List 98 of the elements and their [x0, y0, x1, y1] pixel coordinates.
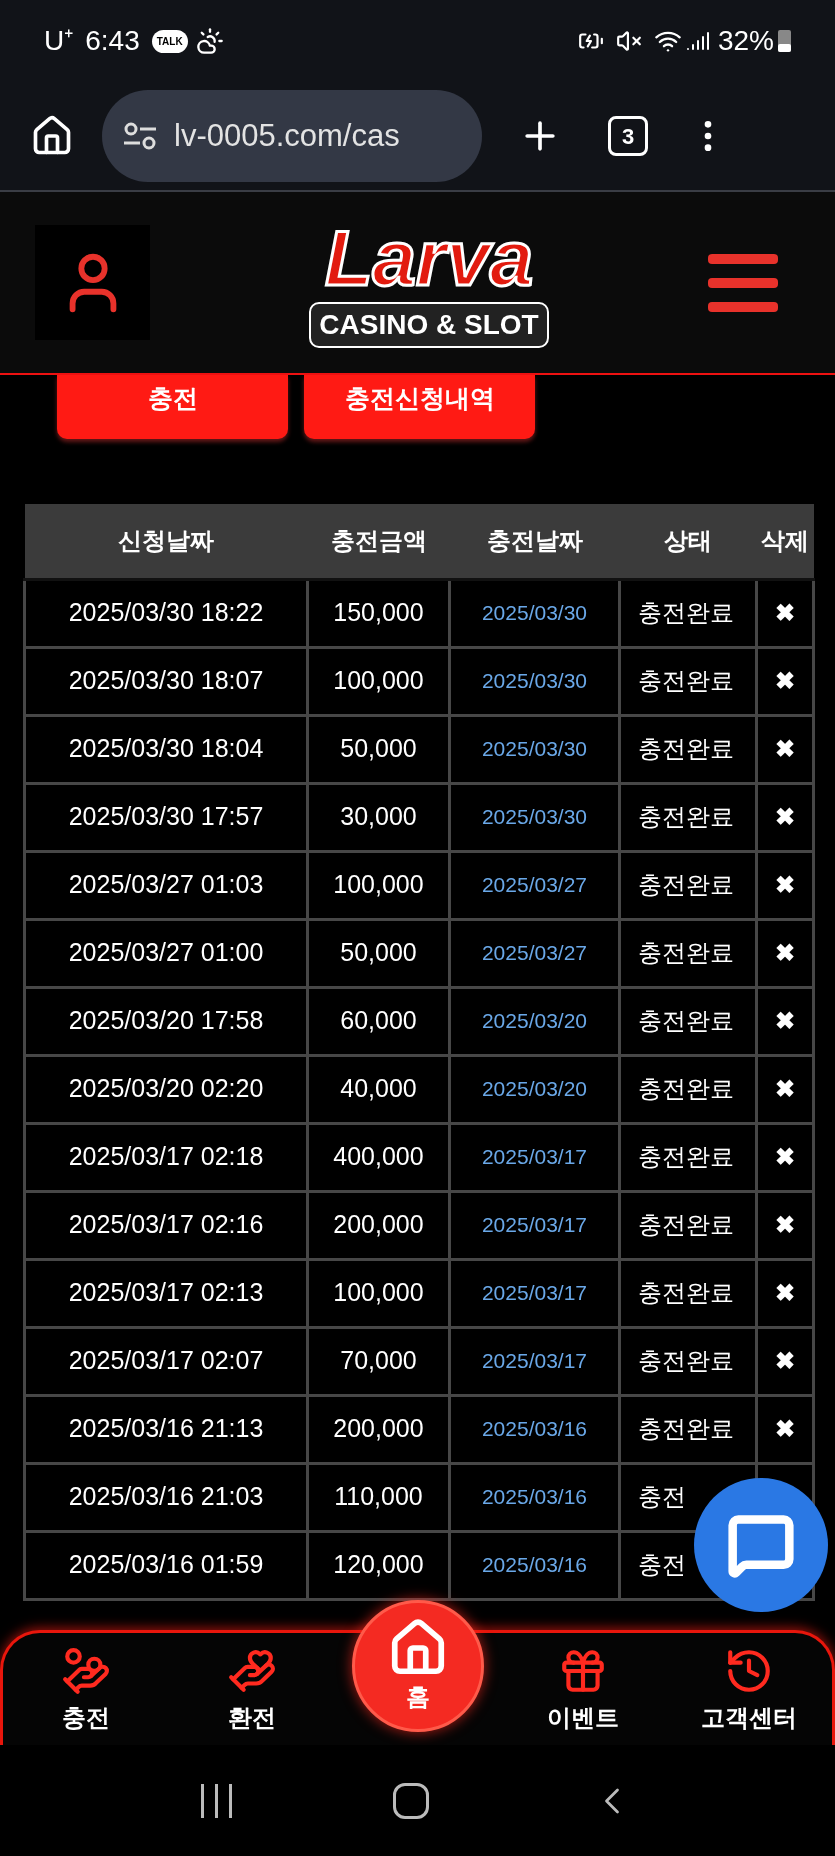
- delete-button[interactable]: ✖: [775, 1275, 795, 1311]
- table-cell: 400,000: [307, 1123, 450, 1191]
- table-cell: 충전완료: [619, 1055, 757, 1123]
- table-cell: 2025/03/16 21:13: [24, 1395, 308, 1463]
- table-cell: 120,000: [307, 1531, 450, 1599]
- table-cell: 충전완료: [619, 851, 757, 919]
- table-cell: 2025/03/27 01:00: [24, 919, 308, 987]
- mute-icon: [615, 28, 642, 54]
- table-cell: 60,000: [307, 987, 450, 1055]
- tab-count-button[interactable]: 3: [608, 116, 648, 156]
- tab-button[interactable]: 충전: [57, 375, 288, 439]
- table-cell: 30,000: [307, 783, 450, 851]
- nav-item[interactable]: 고객센터: [666, 1642, 832, 1736]
- account-button[interactable]: [35, 225, 150, 340]
- table-cell: 2025/03/27: [449, 851, 620, 919]
- table-cell: 2025/03/20 17:58: [24, 987, 308, 1055]
- table-cell: 2025/03/16: [449, 1395, 620, 1463]
- table-cell: 100,000: [307, 1259, 450, 1327]
- table-cell: 2025/03/20: [449, 987, 620, 1055]
- table-cell: 충전완료: [619, 1259, 757, 1327]
- recent-apps-icon[interactable]: [200, 1783, 232, 1818]
- table-cell: 2025/03/30 18:04: [24, 715, 308, 783]
- table-cell: 2025/03/17: [449, 1191, 620, 1259]
- table-cell: 200,000: [307, 1191, 450, 1259]
- hand-coins-icon: [60, 1646, 111, 1696]
- column-header: 충전금액: [307, 504, 450, 579]
- table-cell: 충전완료: [619, 1327, 757, 1395]
- column-header: 신청날짜: [24, 504, 308, 579]
- tab-button[interactable]: 충전신청내역: [304, 375, 535, 439]
- table-cell: 2025/03/17 02:07: [24, 1327, 308, 1395]
- table-cell: 100,000: [307, 851, 450, 919]
- table-cell: 2025/03/27: [449, 919, 620, 987]
- table-cell: 2025/03/30: [449, 715, 620, 783]
- table-cell: 충전완료: [619, 919, 757, 987]
- delete-button[interactable]: ✖: [775, 867, 795, 903]
- nav-item[interactable]: 이벤트: [500, 1642, 667, 1736]
- delete-button[interactable]: ✖: [775, 799, 795, 835]
- table-cell: 충전완료: [619, 783, 757, 851]
- table-cell: 2025/03/20: [449, 1055, 620, 1123]
- table-cell: 50,000: [307, 919, 450, 987]
- table-cell: 충전완료: [619, 1395, 757, 1463]
- delete-button[interactable]: ✖: [775, 731, 795, 767]
- table-cell: 2025/03/16: [449, 1531, 620, 1599]
- table-cell: 충전완료: [619, 647, 757, 715]
- column-header: 충전날짜: [449, 504, 620, 579]
- carrier: U⁺: [44, 24, 74, 58]
- table-cell: 2025/03/17: [449, 1327, 620, 1395]
- table-cell: 2025/03/17: [449, 1123, 620, 1191]
- delete-button[interactable]: ✖: [775, 1003, 795, 1039]
- delete-button[interactable]: ✖: [775, 595, 795, 631]
- table-cell: 70,000: [307, 1327, 450, 1395]
- table-cell: 2025/03/17: [449, 1259, 620, 1327]
- table-cell: 2025/03/30 18:07: [24, 647, 308, 715]
- signal-icon: [685, 29, 710, 53]
- table-cell: 충전완료: [619, 579, 757, 647]
- delete-button[interactable]: ✖: [775, 1139, 795, 1175]
- table-cell: 충전완료: [619, 1123, 757, 1191]
- delete-button[interactable]: ✖: [775, 935, 795, 971]
- home-nav-icon[interactable]: [393, 1782, 429, 1819]
- delete-button[interactable]: ✖: [775, 663, 795, 699]
- table-cell: 2025/03/30 17:57: [24, 783, 308, 851]
- menu-icon[interactable]: [708, 253, 778, 312]
- table-cell: 2025/03/17 02:13: [24, 1259, 308, 1327]
- column-header: 삭제: [756, 504, 814, 579]
- table-cell: 100,000: [307, 647, 450, 715]
- clock-time: 6:43: [85, 24, 140, 58]
- table-cell: 2025/03/30 18:22: [24, 579, 308, 647]
- nav-item[interactable]: 환전: [168, 1642, 335, 1736]
- column-header: 상태: [619, 504, 757, 579]
- table-cell: 충전완료: [619, 987, 757, 1055]
- nav-item[interactable]: 충전: [3, 1642, 169, 1736]
- table-cell: 2025/03/30: [449, 647, 620, 715]
- site-settings-icon: [122, 121, 158, 151]
- table-cell: 2025/03/30: [449, 783, 620, 851]
- table-cell: 2025/03/20 02:20: [24, 1055, 308, 1123]
- table-cell: 2025/03/17 02:16: [24, 1191, 308, 1259]
- table-cell: 충전완료: [619, 1191, 757, 1259]
- delete-button[interactable]: ✖: [775, 1343, 795, 1379]
- table-cell: 2025/03/16: [449, 1463, 620, 1531]
- delete-button[interactable]: ✖: [775, 1411, 795, 1447]
- table-cell: 110,000: [307, 1463, 450, 1531]
- table-cell: 200,000: [307, 1395, 450, 1463]
- table-cell: 40,000: [307, 1055, 450, 1123]
- weather-icon: [195, 27, 224, 55]
- table-cell: 50,000: [307, 715, 450, 783]
- battery-icon: [778, 30, 791, 52]
- battery-percent: 32%: [717, 24, 774, 58]
- table-cell: 150,000: [307, 579, 450, 647]
- table-cell: 2025/03/16 21:03: [24, 1463, 308, 1531]
- kakao-badge: TALK: [151, 29, 188, 53]
- table-cell: 2025/03/27 01:03: [24, 851, 308, 919]
- table-cell: 충전완료: [619, 715, 757, 783]
- table-cell: 2025/03/16 01:59: [24, 1531, 308, 1599]
- delete-button[interactable]: ✖: [775, 1071, 795, 1107]
- table-cell: 2025/03/30: [449, 579, 620, 647]
- url-field[interactable]: lv-0005.com/cas: [102, 90, 482, 182]
- delete-button[interactable]: ✖: [775, 1207, 795, 1243]
- table-cell: 2025/03/17 02:18: [24, 1123, 308, 1191]
